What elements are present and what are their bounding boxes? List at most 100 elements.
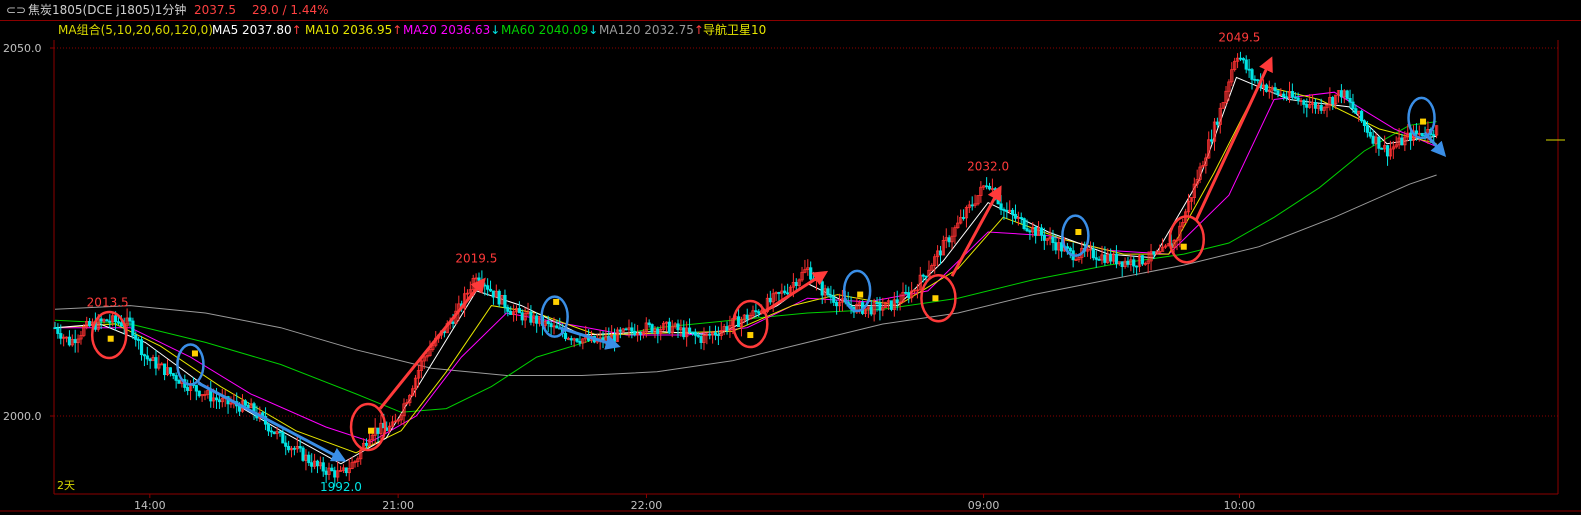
signal-marker — [857, 291, 864, 298]
blue-trend-arrow — [197, 381, 347, 462]
candle-body — [690, 331, 695, 334]
candle-body — [1380, 147, 1384, 150]
ma5-arrow: ↑ — [291, 23, 302, 37]
candle-body — [292, 447, 296, 450]
candle-body — [624, 328, 628, 331]
candle-body — [148, 358, 152, 362]
candle-body — [330, 467, 334, 472]
candle-body — [1028, 230, 1032, 233]
price-extreme-label: 2013.5 — [87, 296, 129, 310]
candle-body — [777, 292, 781, 294]
candle-body — [142, 354, 147, 357]
candle-body — [174, 375, 178, 381]
candle-body — [1256, 79, 1260, 82]
candle-body — [999, 203, 1003, 210]
candle-body — [656, 328, 660, 334]
ma10-line — [54, 84, 1437, 454]
red-circle-marker — [1168, 215, 1206, 264]
candle-body — [835, 302, 839, 307]
candle-body — [794, 282, 798, 286]
ma60-arrow: ↓ — [588, 23, 599, 37]
candle-body — [1054, 242, 1058, 251]
candle-body — [1010, 209, 1015, 215]
x-tick-label: 10:00 — [1224, 499, 1256, 512]
candle-body — [1319, 105, 1323, 111]
candle-body — [713, 332, 718, 336]
price-extreme-label: 2032.0 — [967, 159, 1009, 173]
last-price: 2037.5 — [194, 3, 236, 17]
candle-body — [344, 467, 348, 474]
candlestick-chart[interactable]: 2013.52019.52032.02049.51992.0 2050.0200… — [0, 0, 1581, 515]
candle-body — [889, 300, 894, 310]
candle-body — [477, 277, 481, 281]
candle-body — [310, 462, 314, 467]
candle-body — [1354, 108, 1358, 114]
candle-body — [1305, 104, 1309, 108]
contract-name: 焦炭1805(DCE j1805)1分钟 — [28, 3, 187, 17]
price-extreme-label: 2019.5 — [455, 251, 497, 265]
candle-body — [687, 327, 692, 333]
candle-body — [716, 334, 720, 337]
candle-body — [503, 294, 507, 308]
candle-body — [745, 314, 749, 320]
candle-body — [696, 334, 700, 337]
candle-body — [131, 320, 135, 336]
window-toggle-icon[interactable]: ⊂⊃ — [6, 0, 26, 20]
candle-body — [961, 217, 966, 219]
candle-body — [243, 400, 247, 406]
candle-body — [491, 290, 496, 298]
candle-body — [1250, 69, 1254, 80]
candle-body — [214, 397, 219, 401]
candle-body — [119, 322, 123, 327]
ma20-line — [55, 91, 1437, 443]
red-trend-arrow — [378, 277, 486, 410]
signal-marker — [368, 427, 375, 434]
candle-body — [266, 423, 271, 432]
candle-body — [284, 442, 288, 447]
signal-marker — [747, 332, 754, 339]
x-tick-label: 09:00 — [968, 499, 1000, 512]
candle-body — [555, 325, 559, 329]
candle-body — [509, 310, 513, 315]
nav-satellite-label[interactable]: 导航卫星10 — [703, 20, 766, 40]
candle-body — [186, 387, 190, 391]
candle-body — [809, 267, 813, 280]
candle-body — [907, 292, 911, 299]
candle-body — [1409, 132, 1413, 141]
candle-body — [56, 327, 60, 334]
candle-body — [924, 275, 928, 278]
ma-group-label[interactable]: MA组合(5,10,20,60,120,0) — [58, 20, 213, 40]
candle-body — [1135, 265, 1139, 268]
candle-body — [826, 288, 830, 296]
ma10-value: MA10 2036.95↑ — [305, 23, 403, 37]
signal-marker — [1420, 118, 1427, 125]
candle-body — [99, 318, 103, 322]
candle-body — [1331, 97, 1335, 105]
candle-body — [736, 316, 741, 328]
candle-body — [783, 290, 787, 294]
candle-body — [59, 333, 63, 339]
x-tick-label: 21:00 — [382, 499, 414, 512]
y-tick-label: 2000.0 — [3, 410, 42, 423]
candle-body — [217, 399, 222, 403]
candle-body — [145, 355, 149, 360]
candle-body — [921, 274, 925, 277]
candle-body — [1152, 251, 1156, 255]
candle-body — [321, 462, 325, 472]
candle-body — [618, 329, 622, 332]
candle-body — [1293, 96, 1297, 99]
signal-marker — [1075, 229, 1082, 235]
candle-body — [451, 321, 455, 324]
x-tick-label: 22:00 — [631, 499, 663, 512]
candle-body — [1282, 93, 1286, 98]
candle-body — [1385, 145, 1390, 157]
candle-body — [287, 445, 291, 451]
candle-body — [128, 317, 132, 322]
candle-body — [139, 339, 144, 356]
candle-body — [869, 306, 873, 315]
candle-body — [194, 385, 198, 392]
price-change: 29.0 / 1.44% — [252, 3, 329, 17]
candle-body — [1365, 125, 1369, 133]
candle-body — [269, 430, 273, 433]
candle-body — [1097, 258, 1101, 261]
